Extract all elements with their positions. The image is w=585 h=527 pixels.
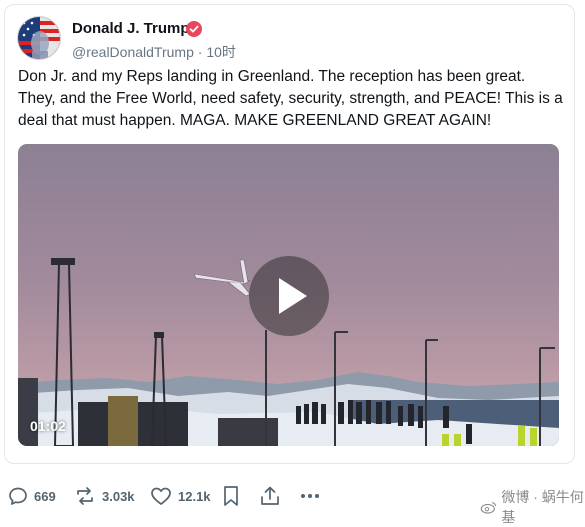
watermark-text: 微博 · 蜗牛何基: [501, 489, 584, 525]
meta-separator: ·: [197, 44, 203, 60]
like-count: 12.1k: [178, 488, 211, 504]
bookmark-icon: [224, 486, 238, 506]
author-handle[interactable]: @realDonaldTrump: [72, 44, 194, 60]
reply-count: 669: [34, 488, 56, 504]
repost-icon: [77, 487, 93, 505]
avatar-image: [18, 17, 60, 59]
play-icon: [279, 278, 307, 314]
watermark: 微博 · 蜗牛何基: [480, 487, 585, 527]
share-icon: [261, 486, 279, 505]
like-icon: [151, 487, 171, 505]
more-icon: [301, 494, 319, 498]
play-button[interactable]: [249, 256, 329, 336]
verified-badge-icon: [186, 21, 202, 37]
share-button[interactable]: [259, 478, 281, 514]
weibo-logo-icon: [480, 502, 497, 514]
reply-icon: [9, 487, 27, 505]
video-duration: 01:02: [30, 418, 66, 434]
post-time[interactable]: 10时: [206, 44, 236, 60]
reply-button[interactable]: 669: [8, 478, 56, 514]
like-button[interactable]: 12.1k: [150, 478, 211, 514]
author-name[interactable]: Donald J. Trump: [72, 20, 190, 37]
repost-count: 3.03k: [102, 488, 135, 504]
more-button[interactable]: [298, 478, 322, 514]
repost-button[interactable]: 3.03k: [74, 478, 135, 514]
post-meta: @realDonaldTrump · 10时: [72, 42, 236, 62]
bookmark-button[interactable]: [222, 478, 240, 514]
post-text: Don Jr. and my Reps landing in Greenland…: [18, 68, 563, 129]
avatar[interactable]: [17, 16, 61, 60]
